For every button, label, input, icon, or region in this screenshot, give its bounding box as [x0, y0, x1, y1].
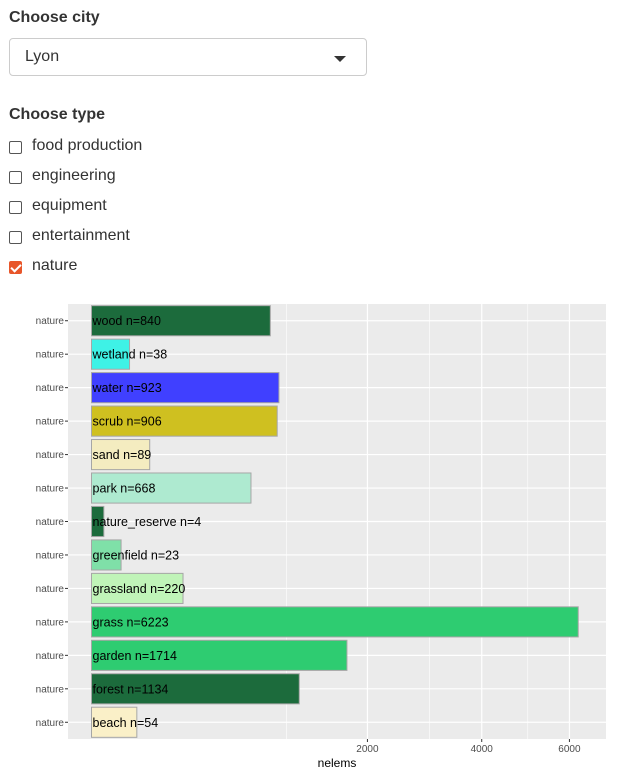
y-tick-label: nature [36, 417, 65, 428]
choose-city-label: Choose city [9, 9, 100, 26]
bar-label: park n=668 [93, 482, 156, 496]
type-option-nature[interactable]: nature [9, 255, 77, 277]
bar-label: water n=923 [92, 381, 162, 395]
bar-label: beach n=54 [93, 716, 159, 730]
city-select-value: Lyon [25, 48, 60, 65]
bar-label: grassland n=220 [93, 582, 186, 596]
checkbox-label: equipment [32, 197, 107, 214]
x-axis-label: nelems [318, 756, 357, 770]
bar-label: wetland n=38 [92, 348, 168, 362]
checkbox[interactable] [9, 171, 22, 184]
checkbox[interactable] [9, 231, 22, 244]
y-tick-label: nature [36, 684, 65, 695]
y-tick-label: nature [36, 316, 65, 327]
y-tick-label: nature [36, 550, 65, 561]
type-option-food-production[interactable]: food production [9, 135, 142, 157]
bar-label: sand n=89 [93, 448, 152, 462]
bar-label: wood n=840 [92, 314, 162, 328]
y-tick-label: nature [36, 450, 65, 461]
bar-label: nature_reserve n=4 [93, 515, 202, 529]
y-tick-label: nature [36, 584, 65, 595]
bar-label: forest n=1134 [93, 682, 169, 696]
checkbox-checked[interactable] [9, 261, 22, 274]
bar-label: grass n=6223 [93, 615, 169, 629]
checkbox-label: food production [32, 137, 143, 154]
y-tick-label: nature [36, 383, 65, 394]
x-tick-label: 6000 [558, 744, 581, 755]
chevron-down-icon[interactable] [334, 56, 346, 62]
city-select[interactable]: Lyon [9, 38, 367, 76]
x-tick-label: 2000 [356, 744, 379, 755]
checkbox-label: nature [32, 257, 78, 274]
bar-label: greenfield n=23 [93, 548, 180, 562]
bar-label: garden n=1714 [93, 649, 178, 663]
bar-chart: wood n=840 nature wetland n=38 nature water … [36, 304, 606, 770]
bar-label: scrub n=906 [93, 415, 162, 429]
y-tick-label: nature [36, 617, 65, 628]
x-tick-label: 4000 [471, 744, 494, 755]
y-tick-label: nature [36, 651, 65, 662]
y-tick-label: nature [36, 484, 65, 495]
type-option-entertainment[interactable]: entertainment [9, 225, 130, 247]
checkbox-label: engineering [32, 167, 116, 184]
y-tick-label: nature [36, 517, 65, 528]
y-tick-label: nature [36, 350, 65, 361]
checkbox-label: entertainment [32, 227, 130, 244]
type-option-engineering[interactable]: engineering [9, 165, 116, 187]
checkbox[interactable] [9, 201, 22, 214]
checkbox[interactable] [9, 141, 22, 154]
choose-type-label: Choose type [9, 106, 106, 123]
type-option-equipment[interactable]: equipment [9, 195, 107, 217]
y-tick-label: nature [36, 718, 65, 729]
